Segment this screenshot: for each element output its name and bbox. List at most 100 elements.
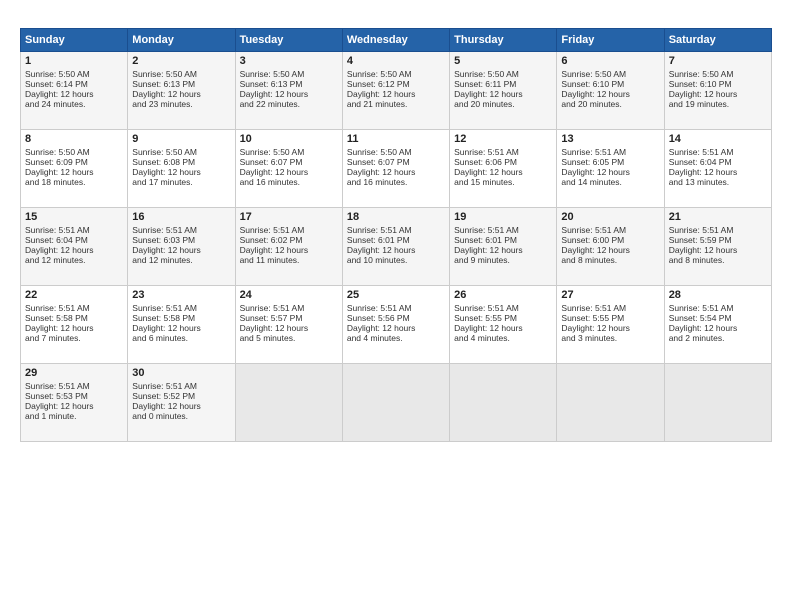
day-number: 13 bbox=[561, 133, 659, 145]
cell-line: Sunset: 5:52 PM bbox=[132, 391, 230, 401]
day-number: 14 bbox=[669, 133, 767, 145]
cell-line: Sunset: 6:06 PM bbox=[454, 157, 552, 167]
cell-line: and 4 minutes. bbox=[454, 333, 552, 343]
cell-line: Daylight: 12 hours bbox=[25, 323, 123, 333]
day-number: 16 bbox=[132, 211, 230, 223]
cell-line: Sunset: 5:55 PM bbox=[454, 313, 552, 323]
cell-line: Sunrise: 5:51 AM bbox=[561, 225, 659, 235]
calendar-cell: 5Sunrise: 5:50 AMSunset: 6:11 PMDaylight… bbox=[450, 52, 557, 130]
cell-line: Sunrise: 5:51 AM bbox=[25, 225, 123, 235]
cell-line: Sunset: 6:14 PM bbox=[25, 79, 123, 89]
cell-line: Daylight: 12 hours bbox=[669, 323, 767, 333]
cell-line: Sunrise: 5:51 AM bbox=[347, 225, 445, 235]
calendar-cell: 27Sunrise: 5:51 AMSunset: 5:55 PMDayligh… bbox=[557, 286, 664, 364]
day-number: 6 bbox=[561, 55, 659, 67]
cell-line: and 5 minutes. bbox=[240, 333, 338, 343]
col-header-monday: Monday bbox=[128, 29, 235, 52]
calendar-cell: 1 Sunrise: 5:50 AMSunset: 6:14 PMDaylight… bbox=[21, 52, 128, 130]
cell-line: Daylight: 12 hours bbox=[25, 89, 123, 99]
cell-line: Daylight: 12 hours bbox=[25, 167, 123, 177]
calendar-cell: 22Sunrise: 5:51 AMSunset: 5:58 PMDayligh… bbox=[21, 286, 128, 364]
day-number: 26 bbox=[454, 289, 552, 301]
cell-line: Sunrise: 5:50 AM bbox=[240, 147, 338, 157]
calendar-cell bbox=[235, 364, 342, 442]
cell-line: and 14 minutes. bbox=[561, 177, 659, 187]
cell-line: Sunset: 6:11 PM bbox=[454, 79, 552, 89]
cell-line: Sunset: 6:12 PM bbox=[347, 79, 445, 89]
cell-line: and 15 minutes. bbox=[454, 177, 552, 187]
cell-line: and 23 minutes. bbox=[132, 99, 230, 109]
calendar-cell: 12Sunrise: 5:51 AMSunset: 6:06 PMDayligh… bbox=[450, 130, 557, 208]
cell-line: Daylight: 12 hours bbox=[454, 245, 552, 255]
calendar-cell: 23Sunrise: 5:51 AMSunset: 5:58 PMDayligh… bbox=[128, 286, 235, 364]
cell-line: and 12 minutes. bbox=[25, 255, 123, 265]
cell-line: Sunset: 6:07 PM bbox=[240, 157, 338, 167]
cell-line: Sunrise: 5:51 AM bbox=[240, 225, 338, 235]
cell-line: and 16 minutes. bbox=[240, 177, 338, 187]
day-number: 8 bbox=[25, 133, 123, 145]
cell-line: Daylight: 12 hours bbox=[240, 89, 338, 99]
cell-line: Sunset: 6:07 PM bbox=[347, 157, 445, 167]
day-number: 18 bbox=[347, 211, 445, 223]
cell-line: Sunrise: 5:51 AM bbox=[132, 381, 230, 391]
cell-line: Daylight: 12 hours bbox=[347, 323, 445, 333]
day-number: 17 bbox=[240, 211, 338, 223]
cell-line: Daylight: 12 hours bbox=[454, 89, 552, 99]
cell-line: and 0 minutes. bbox=[132, 411, 230, 421]
day-number: 7 bbox=[669, 55, 767, 67]
cell-line: Sunset: 6:01 PM bbox=[454, 235, 552, 245]
calendar-table: SundayMondayTuesdayWednesdayThursdayFrid… bbox=[20, 28, 772, 442]
calendar-cell bbox=[557, 364, 664, 442]
cell-line: Daylight: 12 hours bbox=[561, 245, 659, 255]
cell-line: Sunrise: 5:51 AM bbox=[669, 303, 767, 313]
cell-line: and 7 minutes. bbox=[25, 333, 123, 343]
cell-line: Sunrise: 5:51 AM bbox=[454, 225, 552, 235]
cell-line: Sunrise: 5:51 AM bbox=[454, 303, 552, 313]
calendar-cell: 21Sunrise: 5:51 AMSunset: 5:59 PMDayligh… bbox=[664, 208, 771, 286]
cell-line: Sunset: 5:58 PM bbox=[132, 313, 230, 323]
day-number: 1 bbox=[25, 55, 123, 67]
cell-line: Daylight: 12 hours bbox=[454, 167, 552, 177]
calendar-cell: 16Sunrise: 5:51 AMSunset: 6:03 PMDayligh… bbox=[128, 208, 235, 286]
cell-line: Sunset: 6:00 PM bbox=[561, 235, 659, 245]
day-number: 22 bbox=[25, 289, 123, 301]
cell-line: Sunset: 6:04 PM bbox=[25, 235, 123, 245]
day-number: 23 bbox=[132, 289, 230, 301]
cell-line: Sunrise: 5:51 AM bbox=[561, 303, 659, 313]
calendar-cell: 2Sunrise: 5:50 AMSunset: 6:13 PMDaylight… bbox=[128, 52, 235, 130]
cell-line: and 19 minutes. bbox=[669, 99, 767, 109]
cell-line: and 16 minutes. bbox=[347, 177, 445, 187]
cell-line: Daylight: 12 hours bbox=[561, 167, 659, 177]
day-number: 28 bbox=[669, 289, 767, 301]
calendar-cell: 7Sunrise: 5:50 AMSunset: 6:10 PMDaylight… bbox=[664, 52, 771, 130]
cell-line: Daylight: 12 hours bbox=[132, 167, 230, 177]
cell-line: and 8 minutes. bbox=[669, 255, 767, 265]
cell-line: Sunrise: 5:50 AM bbox=[561, 69, 659, 79]
col-header-sunday: Sunday bbox=[21, 29, 128, 52]
cell-line: Sunrise: 5:51 AM bbox=[25, 381, 123, 391]
cell-line: Daylight: 12 hours bbox=[240, 323, 338, 333]
col-header-wednesday: Wednesday bbox=[342, 29, 449, 52]
calendar-cell: 3Sunrise: 5:50 AMSunset: 6:13 PMDaylight… bbox=[235, 52, 342, 130]
cell-line: and 20 minutes. bbox=[561, 99, 659, 109]
week-row-2: 8Sunrise: 5:50 AMSunset: 6:09 PMDaylight… bbox=[21, 130, 772, 208]
cell-line: Sunrise: 5:50 AM bbox=[669, 69, 767, 79]
cell-line: Sunrise: 5:51 AM bbox=[347, 303, 445, 313]
day-number: 25 bbox=[347, 289, 445, 301]
cell-line: Daylight: 12 hours bbox=[240, 167, 338, 177]
cell-line: and 17 minutes. bbox=[132, 177, 230, 187]
cell-line: Daylight: 12 hours bbox=[347, 167, 445, 177]
cell-line: and 21 minutes. bbox=[347, 99, 445, 109]
day-number: 4 bbox=[347, 55, 445, 67]
col-header-friday: Friday bbox=[557, 29, 664, 52]
cell-line: Sunrise: 5:50 AM bbox=[25, 69, 123, 79]
cell-line: Daylight: 12 hours bbox=[669, 245, 767, 255]
cell-line: Daylight: 12 hours bbox=[669, 167, 767, 177]
calendar-cell: 24Sunrise: 5:51 AMSunset: 5:57 PMDayligh… bbox=[235, 286, 342, 364]
day-number: 10 bbox=[240, 133, 338, 145]
cell-line: Sunset: 5:57 PM bbox=[240, 313, 338, 323]
col-header-thursday: Thursday bbox=[450, 29, 557, 52]
calendar-cell: 25Sunrise: 5:51 AMSunset: 5:56 PMDayligh… bbox=[342, 286, 449, 364]
day-number: 21 bbox=[669, 211, 767, 223]
cell-line: Sunset: 6:08 PM bbox=[132, 157, 230, 167]
